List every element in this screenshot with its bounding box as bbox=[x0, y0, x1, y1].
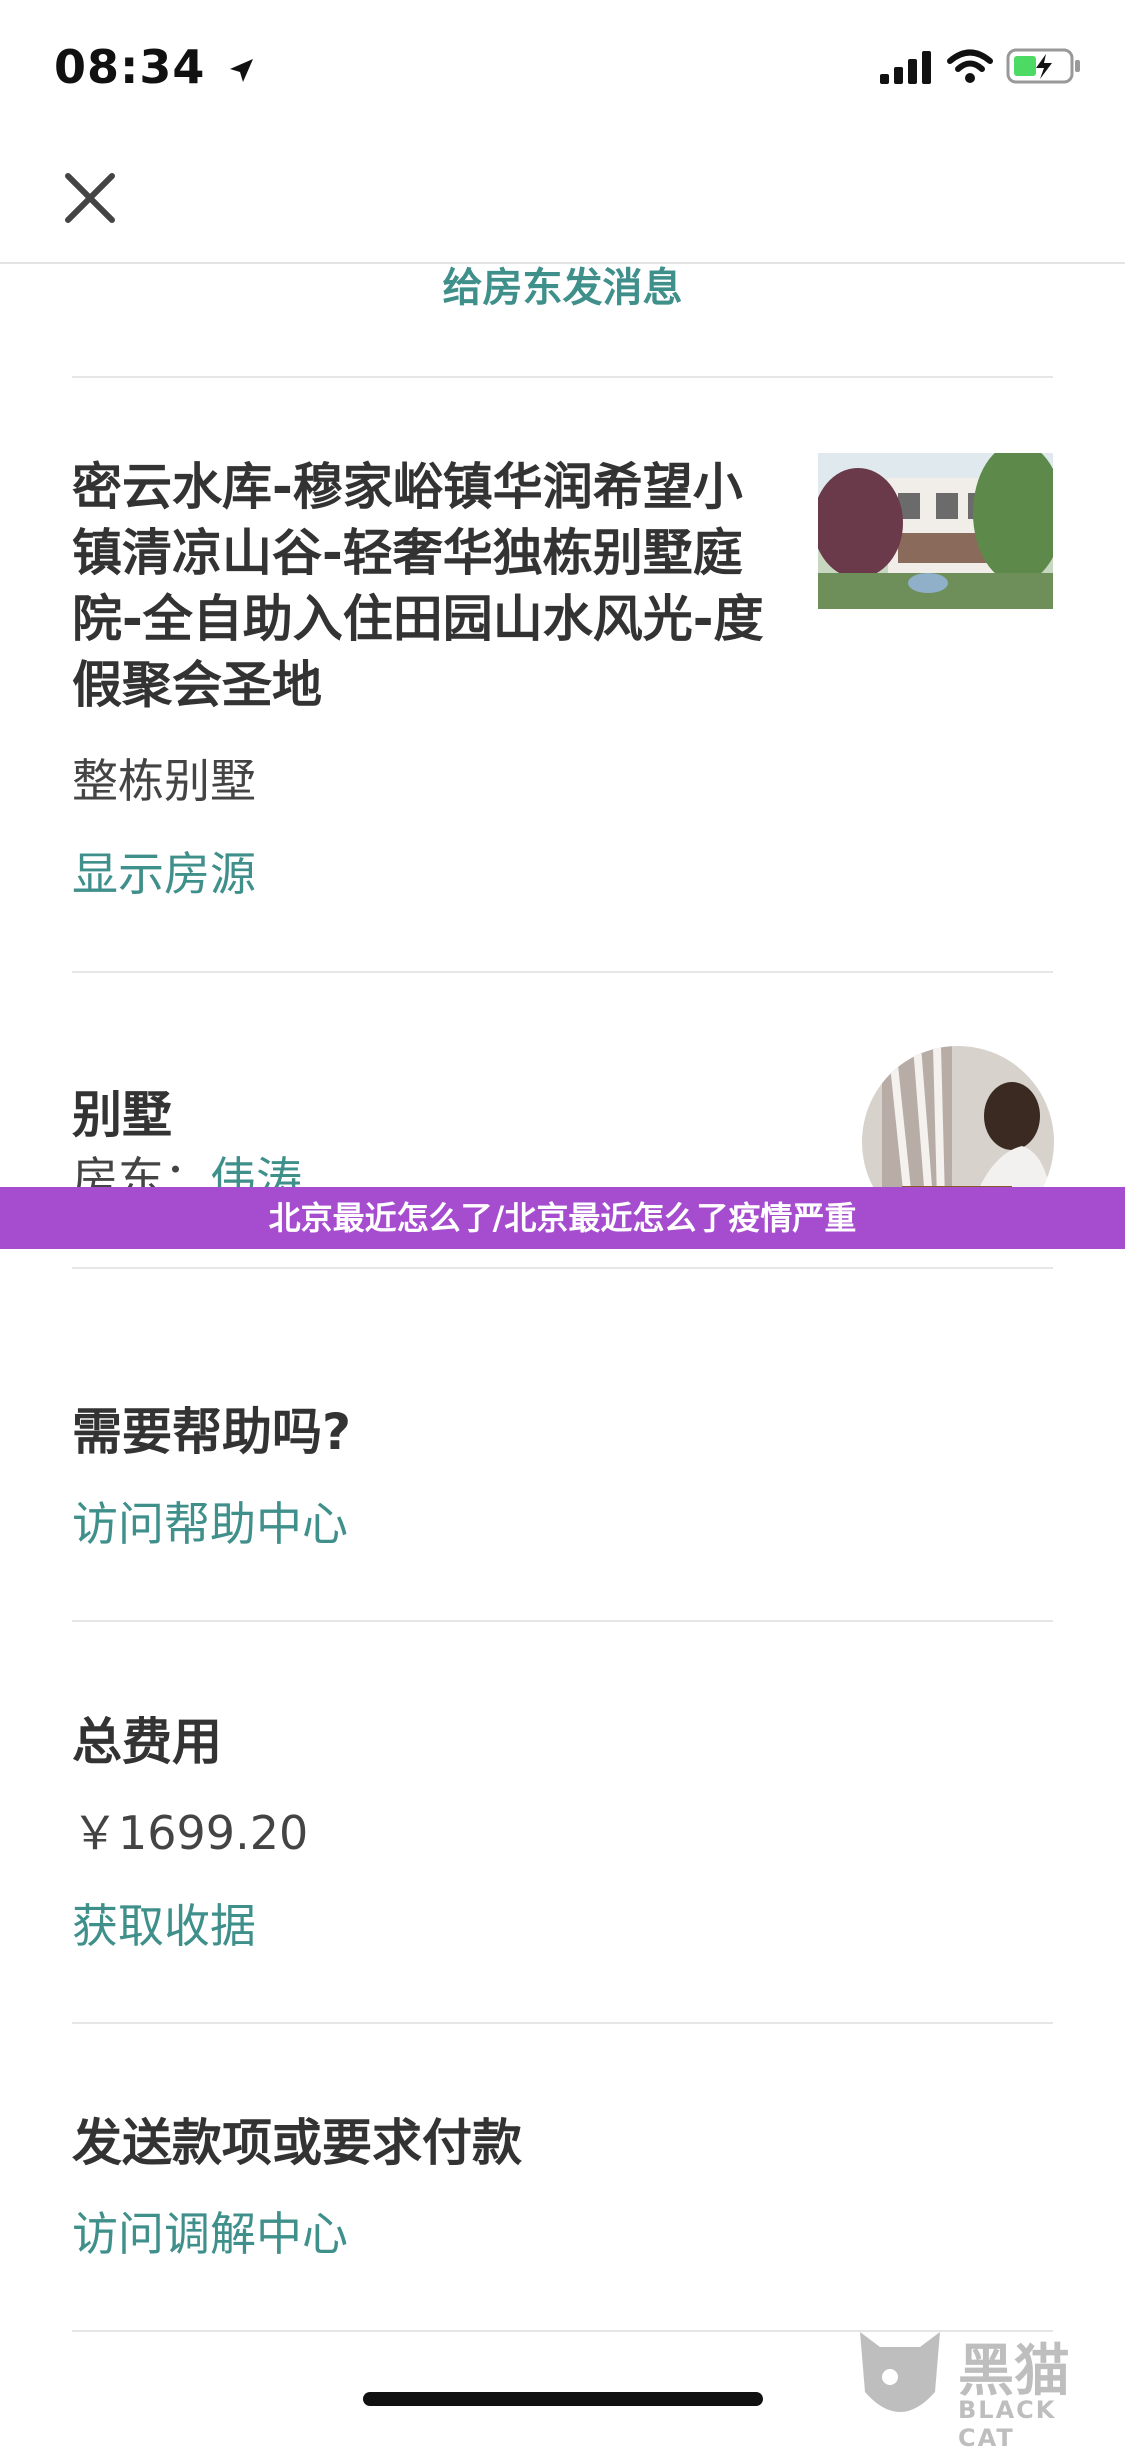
section-divider bbox=[72, 2022, 1053, 2024]
listing-title: 密云水库-穆家峪镇华润希望小 镇清凉山谷-轻奢华独栋别墅庭 院-全自助入住田园山… bbox=[72, 458, 764, 714]
host-section-title: 别墅 bbox=[72, 1086, 172, 1144]
get-receipt-link[interactable]: 获取收据 bbox=[72, 1890, 256, 1956]
section-divider bbox=[72, 1267, 1053, 1269]
section-divider bbox=[72, 971, 1053, 973]
section-divider bbox=[72, 376, 1053, 378]
message-host-button[interactable]: 给房东发消息 bbox=[0, 255, 1125, 313]
listing-type: 整栋别墅 bbox=[72, 754, 256, 808]
home-indicator[interactable] bbox=[363, 2392, 763, 2406]
battery-icon bbox=[1006, 46, 1084, 90]
help-center-link[interactable]: 访问帮助中心 bbox=[72, 1488, 348, 1554]
close-button[interactable] bbox=[60, 168, 120, 228]
help-title: 需要帮助吗? bbox=[72, 1403, 352, 1461]
status-time: 08:34 bbox=[54, 40, 256, 94]
cat-logo-icon bbox=[860, 2332, 940, 2412]
listing-photo[interactable] bbox=[818, 453, 1053, 609]
payment-title: 发送款项或要求付款 bbox=[72, 2114, 522, 2172]
cost-title: 总费用 bbox=[72, 1713, 222, 1771]
show-listing-link[interactable]: 显示房源 bbox=[72, 838, 256, 904]
close-icon bbox=[65, 173, 115, 223]
signal-icon bbox=[878, 50, 934, 88]
watermark-en: BLACK CAT bbox=[958, 2396, 1057, 2452]
section-divider bbox=[72, 1620, 1053, 1622]
location-arrow-icon bbox=[230, 58, 254, 82]
blackcat-watermark: 黑猫 BLACK CAT bbox=[850, 2322, 1120, 2452]
cost-amount: ￥1699.20 bbox=[72, 1806, 309, 1860]
overlay-banner: 北京最近怎么了/北京最近怎么了疫情严重 bbox=[0, 1187, 1125, 1249]
watermark-cn: 黑猫 bbox=[958, 2339, 1070, 2404]
wifi-icon bbox=[946, 48, 994, 88]
resolution-center-link[interactable]: 访问调解中心 bbox=[72, 2198, 348, 2264]
